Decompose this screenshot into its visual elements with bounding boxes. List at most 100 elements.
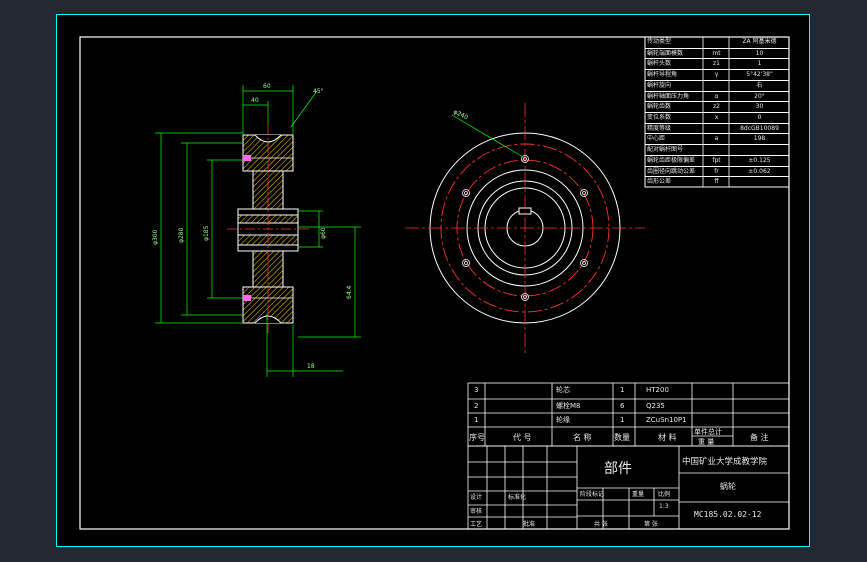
- parameter-label: 传动类型: [647, 38, 672, 45]
- parameter-label: 中心距: [647, 135, 666, 143]
- parameter-label: 精度等级: [647, 124, 672, 132]
- cad-viewport[interactable]: φ300 φ280 φ185 φ60 64.4 60 40 18 45° φ24…: [0, 0, 867, 562]
- dim-key-width: 18: [307, 363, 315, 370]
- parts-header: 序号 代 号 名 称 数量 材 料 单件总计 重 量 备 注: [468, 427, 789, 446]
- parameter-symbol: fpt: [712, 156, 721, 164]
- parameter-row: 精度等级 8dcGB10089: [645, 122, 789, 134]
- parameter-row: 配对蜗杆图号: [645, 144, 789, 155]
- sheet-no: 第 张: [644, 521, 658, 528]
- approve-label: 批准: [523, 521, 536, 528]
- parameter-row: 蜗杆轴面压力角 α 20°: [645, 90, 789, 102]
- stage-mark: 阶段标记: [580, 491, 605, 498]
- drawing-number: MC185.02.02-12: [694, 510, 762, 519]
- parameter-symbol: z2: [713, 103, 720, 111]
- parameter-symbol: fr: [714, 167, 719, 175]
- hdr-quantity: 数量: [614, 433, 630, 442]
- parameter-value: 8dcGB10089: [740, 124, 779, 132]
- parameter-value: ±0.062: [748, 167, 771, 175]
- dim-d2: φ280: [178, 227, 185, 243]
- parts-name: 轮芯: [556, 386, 570, 394]
- parts-material: Q235: [646, 402, 665, 410]
- parameter-label: 变位系数: [647, 114, 672, 121]
- parameter-label: 蜗轮齿数: [647, 103, 672, 111]
- parameter-row: 齿形公差 ff: [645, 176, 789, 187]
- parts-material: HT200: [646, 386, 669, 394]
- parameter-value: 10: [755, 49, 764, 57]
- parts-qty: 1: [620, 386, 625, 394]
- parameter-label: 蜗杆头数: [647, 60, 672, 68]
- parameter-symbol: γ: [714, 71, 719, 79]
- parameter-symbol: ff: [714, 178, 719, 186]
- parameter-label: 齿圈径向跳动公差: [647, 167, 696, 175]
- parameter-value: 198: [753, 135, 766, 143]
- front-view: [405, 103, 645, 353]
- parts-material: ZCuSn10P1: [646, 416, 687, 424]
- parts-name: 轮缘: [556, 416, 570, 424]
- parameter-symbol: mt: [712, 49, 721, 57]
- standardization-label: 标准化: [508, 494, 527, 501]
- parameter-row: 齿圈径向跳动公差 fr ±0.062: [645, 165, 789, 177]
- parameter-value: 0: [757, 114, 762, 121]
- dim-angle: 45°: [313, 88, 324, 95]
- weight-label: 重量: [632, 491, 645, 498]
- parameter-row: 中心距 a 198: [645, 133, 789, 144]
- parameter-label: 蜗轮齿距极限偏差: [647, 156, 696, 164]
- parameter-rows: 传动类型 ZA 阿基米德 蜗轮端面模数 mt 10 蜗杆头数 z1 1 蜗杆导程角 γ 5°42'3…: [645, 37, 789, 187]
- drawing-name: 蜗轮: [720, 482, 736, 491]
- parts-rows: 3 轮芯 1 HT200 2 螺栓M8 6 Q235 1 轮缘 1 ZCuSn10P1: [468, 383, 789, 427]
- section-view: [227, 125, 309, 333]
- review-label: 审核: [470, 508, 483, 515]
- hdr-name: 名 称: [573, 433, 592, 442]
- sheet-total: 共 张: [594, 521, 608, 528]
- parameter-symbol: α: [714, 92, 719, 100]
- parts-no: 2: [474, 402, 479, 410]
- hdr-sequence: 序号: [469, 433, 485, 442]
- hdr-remarks: 备 注: [750, 433, 769, 442]
- drawing-sheet: φ300 φ280 φ185 φ60 64.4 60 40 18 45° φ24…: [56, 14, 810, 547]
- parameter-symbol: a: [714, 135, 719, 143]
- parameter-label: 蜗杆导程角: [647, 71, 678, 79]
- parameter-symbol: z1: [713, 60, 720, 68]
- parts-row: 2 螺栓M8 6 Q235: [468, 399, 789, 413]
- parts-no: 3: [474, 386, 479, 394]
- dim-bolt-circle: φ240: [452, 108, 469, 121]
- dim-d3: φ185: [203, 225, 210, 241]
- parameter-label: 蜗轮端面模数: [647, 49, 684, 57]
- parameter-row: 蜗轮齿距极限偏差 fpt ±0.125: [645, 154, 789, 166]
- parameter-row: 蜗杆旋向 右: [645, 79, 789, 91]
- dim-key-depth: 64.4: [346, 285, 353, 299]
- title-texts: 部件 中国矿业大学成教学院 蜗轮 MC185.02.02-12 阶段标记 重量 …: [468, 446, 789, 529]
- parameter-row: 传动类型 ZA 阿基米德: [645, 37, 789, 48]
- parameter-symbol: x: [714, 114, 719, 121]
- dim-d1: φ300: [152, 229, 159, 245]
- parts-qty: 1: [620, 416, 625, 424]
- parameter-value: 右: [756, 81, 763, 89]
- parameter-value: 1: [757, 60, 762, 68]
- parts-qty: 6: [620, 402, 625, 410]
- parts-no: 1: [474, 416, 479, 424]
- institution: 中国矿业大学成教学院: [682, 457, 768, 467]
- scale: 1:3: [659, 503, 669, 510]
- dim-d4: φ60: [320, 227, 327, 239]
- parameter-row: 蜗杆头数 z1 1: [645, 58, 789, 69]
- hdr-code: 代 号: [513, 433, 532, 442]
- parameter-row: 蜗杆导程角 γ 5°42'38": [645, 69, 789, 80]
- parameter-label: 配对蜗杆图号: [647, 146, 684, 154]
- parameter-value: ±0.125: [748, 156, 771, 164]
- parameter-row: 蜗轮端面模数 mt 10: [645, 47, 789, 59]
- design-label: 设计: [470, 494, 483, 501]
- hdr-unit-weight: 单件总计: [694, 428, 722, 436]
- parameter-row: 蜗轮齿数 z2 30: [645, 101, 789, 112]
- part-name: 部件: [604, 461, 632, 477]
- parts-row: 1 轮缘 1 ZCuSn10P1: [468, 413, 789, 427]
- parameter-value: 5°42'38": [746, 71, 773, 79]
- parameter-value: 20°: [754, 92, 765, 100]
- parts-name: 螺栓M8: [556, 402, 581, 410]
- process-label: 工艺: [470, 521, 483, 528]
- parameter-label: 齿形公差: [647, 178, 672, 186]
- parameter-label: 蜗杆旋向: [647, 81, 672, 89]
- ratio-label: 比例: [658, 491, 671, 498]
- parts-row: 3 轮芯 1 HT200: [468, 383, 789, 397]
- parameter-value: ZA 阿基米德: [742, 38, 777, 45]
- parameter-value: 30: [755, 103, 764, 111]
